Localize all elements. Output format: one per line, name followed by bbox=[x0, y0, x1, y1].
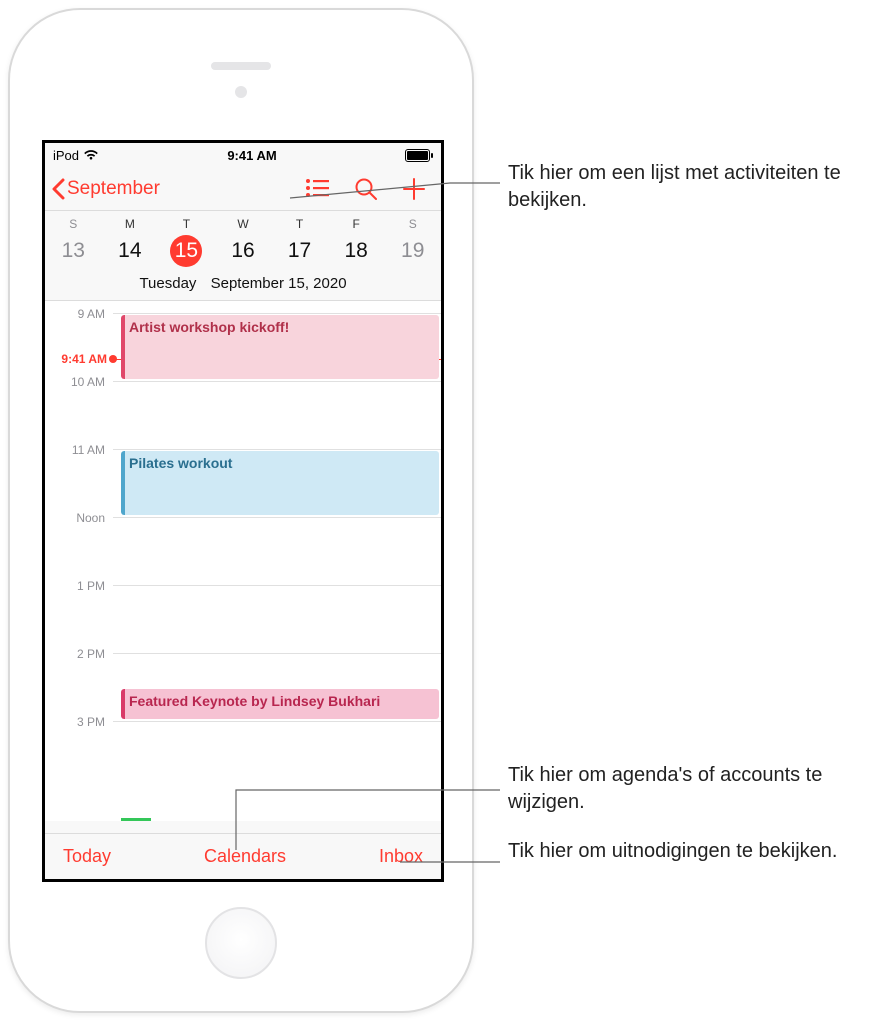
callout-list: Tik hier om een lijst met activiteiten t… bbox=[508, 160, 848, 214]
callout-calendars: Tik hier om agenda's of accounts te wijz… bbox=[508, 762, 848, 816]
callout-inbox: Tik hier om uitnodigingen te bekijken. bbox=[508, 838, 848, 865]
